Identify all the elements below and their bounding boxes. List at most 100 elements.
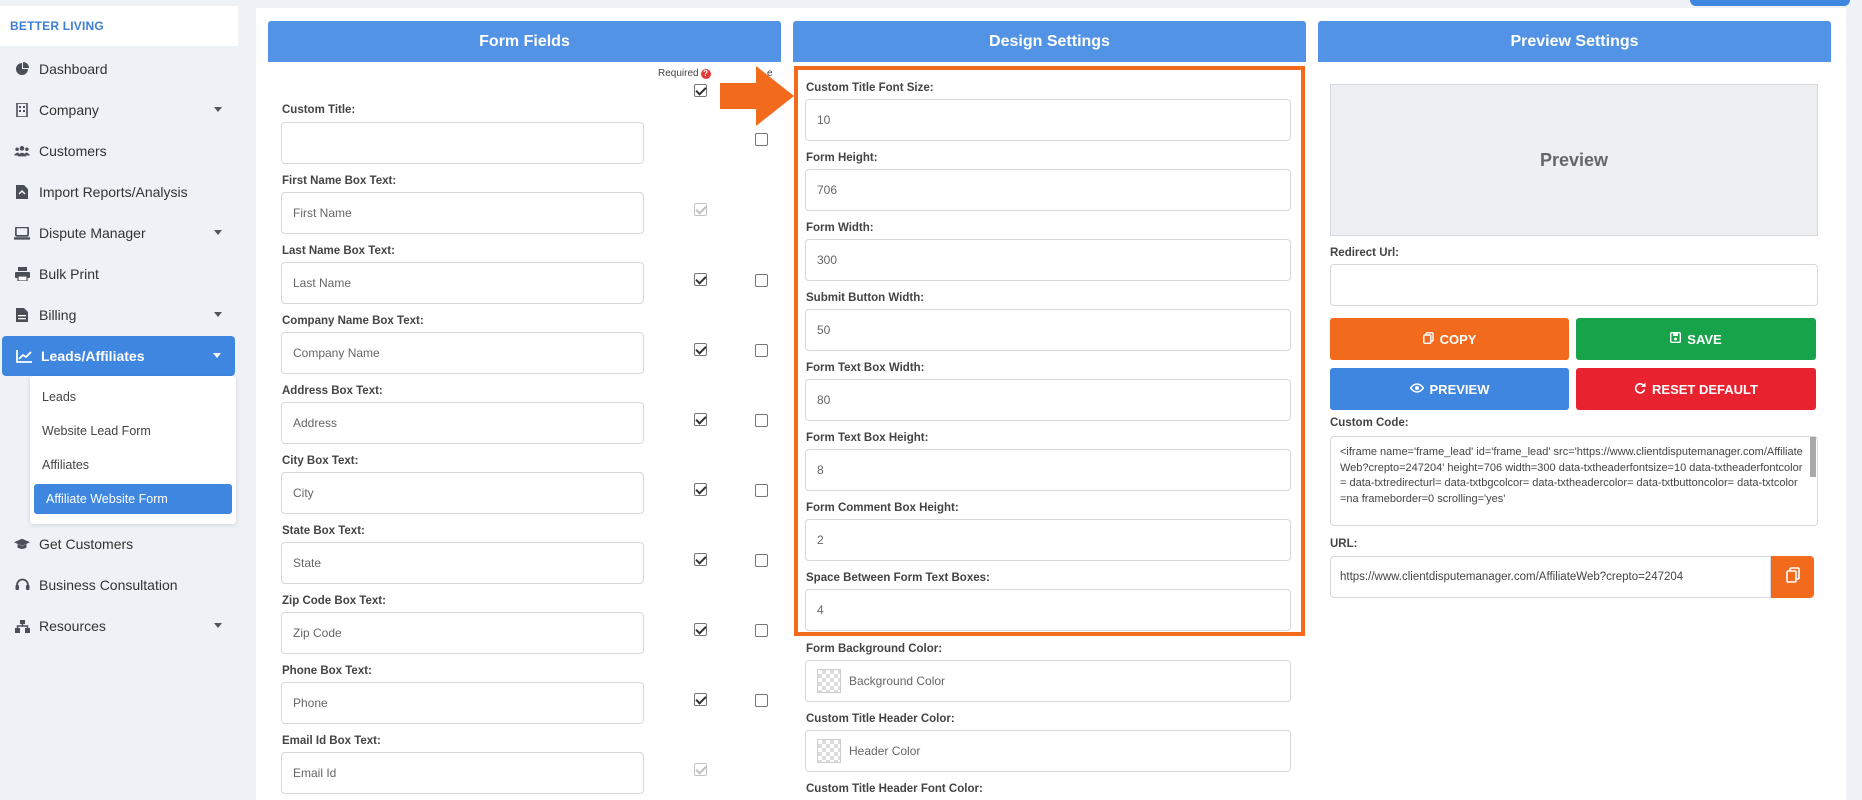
city-input[interactable]: City bbox=[281, 472, 644, 514]
required-checkbox-address[interactable] bbox=[694, 413, 707, 426]
field-label: Email Id Box Text: bbox=[282, 735, 381, 747]
sidebar-item-import-reports[interactable]: Import Reports/Analysis bbox=[0, 174, 236, 210]
sidebar-item-billing[interactable]: Billing bbox=[0, 297, 236, 333]
arrow-right-icon bbox=[720, 66, 794, 126]
sidebar-item-customers[interactable]: Customers bbox=[0, 133, 236, 169]
phone-input[interactable]: Phone bbox=[281, 682, 644, 724]
color-swatch-icon[interactable] bbox=[817, 669, 841, 693]
headset-icon bbox=[14, 577, 30, 593]
required-checkbox-phone[interactable] bbox=[694, 693, 707, 706]
field-label: Redirect Url: bbox=[1330, 247, 1400, 259]
sidebar-item-bulk-print[interactable]: Bulk Print bbox=[0, 256, 236, 292]
submenu-item-leads[interactable]: Leads bbox=[30, 382, 236, 412]
header-color-input[interactable]: Header Color bbox=[805, 730, 1291, 772]
hide-checkbox-company[interactable] bbox=[755, 344, 768, 357]
required-checkbox-company[interactable] bbox=[694, 343, 707, 356]
graduation-cap-icon bbox=[14, 536, 30, 552]
sidebar-item-label: Get Customers bbox=[39, 536, 134, 552]
users-icon bbox=[14, 143, 30, 159]
chevron-down-icon bbox=[214, 623, 222, 628]
sidebar-item-company[interactable]: Company bbox=[0, 92, 236, 128]
address-input[interactable]: Address bbox=[281, 402, 644, 444]
submenu-item-website-lead-form[interactable]: Website Lead Form bbox=[30, 416, 236, 446]
field-label: Zip Code Box Text: bbox=[282, 595, 386, 607]
preview-button-label: PREVIEW bbox=[1429, 381, 1490, 397]
reset-default-button[interactable]: RESET DEFAULT bbox=[1576, 368, 1816, 410]
form-fields-panel: Form Fields bbox=[268, 21, 781, 62]
company-name-input[interactable]: Company Name bbox=[281, 332, 644, 374]
background-color-input[interactable]: Background Color bbox=[805, 660, 1291, 702]
sidebar-item-label: Leads/Affiliates bbox=[41, 348, 145, 364]
copy-button[interactable]: COPY bbox=[1330, 318, 1569, 360]
custom-title-input[interactable] bbox=[281, 122, 644, 164]
sidebar-item-label: Business Consultation bbox=[39, 577, 178, 593]
field-label: Last Name Box Text: bbox=[282, 245, 395, 257]
hide-checkbox-city[interactable] bbox=[755, 484, 768, 497]
code-scrollbar[interactable] bbox=[1810, 437, 1816, 477]
save-button[interactable]: SAVE bbox=[1576, 318, 1816, 360]
state-input[interactable]: State bbox=[281, 542, 644, 584]
field-label: State Box Text: bbox=[282, 525, 365, 537]
sidebar-item-leads-affiliates[interactable]: Leads/Affiliates bbox=[2, 336, 235, 376]
field-label: Custom Title: bbox=[282, 104, 356, 116]
sidebar-item-label: Bulk Print bbox=[39, 266, 99, 282]
help-icon[interactable]: ? bbox=[700, 69, 711, 79]
submenu-item-affiliate-website-form[interactable]: Affiliate Website Form bbox=[34, 484, 232, 514]
sidebar-item-business-consultation[interactable]: Business Consultation bbox=[0, 567, 236, 603]
save-icon bbox=[1670, 331, 1682, 346]
copy-url-button[interactable] bbox=[1771, 556, 1814, 598]
brand-logo[interactable]: BETTER LIVING bbox=[0, 6, 238, 46]
field-label: Address Box Text: bbox=[282, 385, 383, 397]
required-checkbox-last-name[interactable] bbox=[694, 273, 707, 286]
required-checkbox-first-name bbox=[694, 203, 707, 216]
sidebar-item-get-customers[interactable]: Get Customers bbox=[0, 526, 236, 562]
copy-button-label: COPY bbox=[1439, 331, 1477, 347]
sidebar-item-dispute-manager[interactable]: Dispute Manager bbox=[0, 215, 236, 251]
chevron-down-icon bbox=[214, 230, 222, 235]
hide-checkbox-zip[interactable] bbox=[755, 624, 768, 637]
sidebar-item-label: Dashboard bbox=[39, 61, 108, 77]
preview-settings-panel: Preview Settings bbox=[1318, 21, 1831, 62]
laptop-icon bbox=[14, 225, 30, 241]
hide-checkbox-state[interactable] bbox=[755, 554, 768, 567]
last-name-input[interactable]: Last Name bbox=[281, 262, 644, 304]
redirect-url-input[interactable] bbox=[1330, 264, 1818, 306]
required-label: Required bbox=[658, 68, 699, 79]
zip-code-input[interactable]: Zip Code bbox=[281, 612, 644, 654]
preview-placeholder: Preview bbox=[1539, 149, 1609, 170]
hide-checkbox-last-name[interactable] bbox=[755, 274, 768, 287]
background-color-placeholder: Background Color bbox=[849, 674, 946, 688]
hide-checkbox-title[interactable] bbox=[755, 133, 768, 146]
field-label: Custom Code: bbox=[1330, 417, 1409, 429]
field-label: Custom Title Header Font Color: bbox=[806, 783, 983, 795]
refresh-icon bbox=[1634, 382, 1646, 397]
sidebar-item-label: Billing bbox=[39, 307, 77, 323]
first-name-input[interactable]: First Name bbox=[281, 192, 644, 234]
submenu-item-affiliates[interactable]: Affiliates bbox=[30, 450, 236, 480]
field-label: Phone Box Text: bbox=[282, 665, 372, 677]
sidebar-item-label: Dispute Manager bbox=[39, 225, 146, 241]
sidebar-item-dashboard[interactable]: Dashboard bbox=[0, 51, 236, 87]
required-checkbox-title[interactable] bbox=[694, 84, 707, 97]
sidebar-item-resources[interactable]: Resources bbox=[0, 608, 236, 644]
leads-affiliates-submenu: Leads Website Lead Form Affiliates Affil… bbox=[30, 376, 236, 524]
url-input[interactable]: https://www.clientdisputemanager.com/Aff… bbox=[1330, 556, 1771, 598]
hide-checkbox-phone[interactable] bbox=[755, 694, 768, 707]
preview-button[interactable]: PREVIEW bbox=[1330, 368, 1569, 410]
required-checkbox-city[interactable] bbox=[694, 483, 707, 496]
chart-line-icon bbox=[16, 348, 32, 364]
required-checkbox-state[interactable] bbox=[694, 553, 707, 566]
chevron-down-icon bbox=[214, 312, 222, 317]
sidebar-item-label: Customers bbox=[39, 143, 107, 159]
hide-checkbox-address[interactable] bbox=[755, 414, 768, 427]
email-input[interactable]: Email Id bbox=[281, 752, 644, 794]
color-swatch-icon[interactable] bbox=[817, 739, 841, 763]
copy-icon bbox=[1422, 331, 1434, 347]
required-checkbox-email bbox=[694, 763, 707, 776]
custom-code-textarea[interactable]: <iframe name='frame_lead' id='frame_lead… bbox=[1330, 436, 1818, 526]
highlight-box bbox=[794, 66, 1305, 636]
user-menu-pill[interactable] bbox=[1690, 0, 1850, 6]
required-checkbox-zip[interactable] bbox=[694, 623, 707, 636]
field-label: Company Name Box Text: bbox=[282, 315, 424, 327]
required-column-header: Required? bbox=[658, 68, 711, 79]
